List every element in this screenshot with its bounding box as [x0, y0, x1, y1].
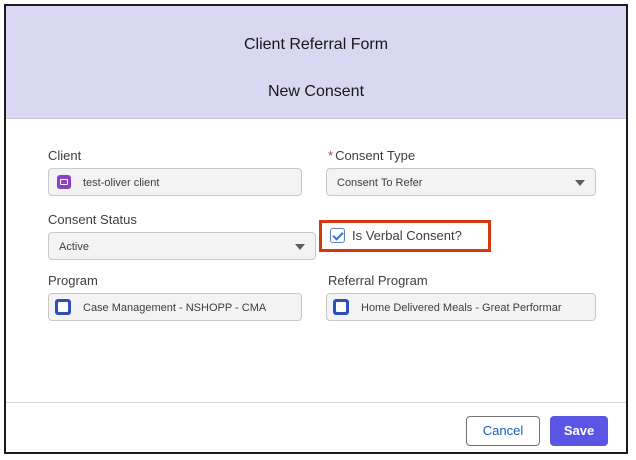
cancel-button[interactable]: Cancel [466, 416, 540, 446]
consent-status-value: Active [59, 241, 89, 253]
verbal-consent-highlight: Is Verbal Consent? [319, 220, 491, 252]
consent-status-label: Consent Status [48, 212, 137, 227]
client-value: test-oliver client [83, 177, 160, 189]
consent-type-select[interactable]: Consent To Refer [326, 168, 596, 196]
modal-title: New Consent [267, 83, 365, 100]
save-button[interactable]: Save [550, 416, 608, 446]
client-field[interactable]: test-oliver client [48, 168, 302, 196]
modal-header: Client Referral Form New Consent [6, 6, 626, 119]
program-value: Case Management - NSHOPP - CMA [83, 302, 267, 314]
program-field[interactable]: Case Management - NSHOPP - CMA [48, 293, 302, 321]
chevron-down-icon [295, 244, 305, 250]
modal-footer: Cancel Save [6, 402, 626, 452]
consent-type-label: * Consent Type [328, 148, 415, 163]
consent-status-select[interactable]: Active [48, 232, 316, 260]
program-icon [55, 299, 71, 315]
program-icon [333, 299, 349, 315]
referral-program-label: Referral Program [328, 273, 428, 288]
required-marker: * [328, 148, 334, 163]
modal-dialog: Client Referral Form New Consent Client … [4, 4, 628, 454]
referral-program-field[interactable]: Home Delivered Meals - Great Performar [326, 293, 596, 321]
consent-type-value: Consent To Refer [337, 177, 423, 189]
contact-record-icon [57, 175, 71, 189]
form-title: Client Referral Form [243, 36, 389, 53]
consent-type-label-text: Consent Type [335, 148, 416, 163]
chevron-down-icon [575, 180, 585, 186]
referral-program-value: Home Delivered Meals - Great Performar [361, 302, 562, 314]
verbal-consent-label[interactable]: Is Verbal Consent? [352, 228, 462, 243]
client-label: Client [48, 148, 82, 163]
program-label: Program [48, 273, 98, 288]
verbal-consent-checkbox[interactable] [330, 228, 345, 243]
